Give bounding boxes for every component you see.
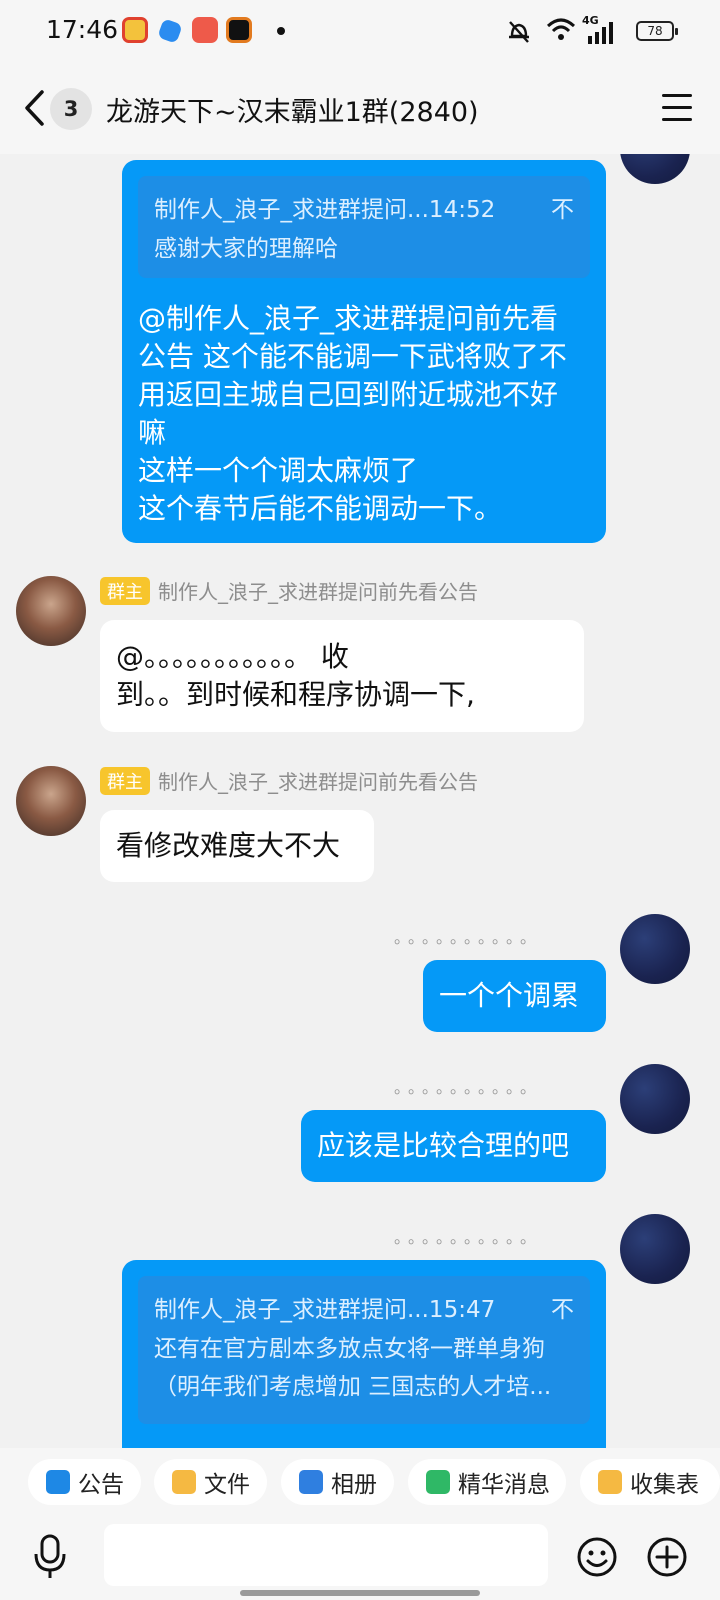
my-avatar[interactable] — [620, 154, 690, 184]
chip-label: 文件 — [204, 1472, 250, 1498]
message-line: @制作人_浪子_求进群提问前先看 — [138, 302, 559, 335]
emoji-icon[interactable] — [576, 1536, 618, 1578]
owner-badge: 群主 — [100, 576, 150, 605]
message-line: 用返回主城自己回到附近城池不好 — [138, 378, 559, 411]
chip-label: 相册 — [331, 1472, 377, 1498]
message-line: 这个春节后能不能调动一下。 — [138, 492, 503, 525]
chip-label: 精华消息 — [458, 1472, 550, 1498]
files-button[interactable]: 文件 — [154, 1459, 267, 1505]
quoted-message[interactable]: 制作人_浪子_求进群提问...14:52 不 感谢大家的理解哈 — [138, 176, 590, 278]
sender-line: 群主 制作人_浪子_求进群提问前先看公告 — [100, 766, 478, 795]
my-avatar[interactable] — [620, 1064, 690, 1134]
app-black-icon — [226, 17, 252, 43]
chat-messages[interactable]: 制作人_浪子_求进群提问...14:52 不 感谢大家的理解哈 @制作人_浪子_… — [0, 154, 720, 1448]
incoming-message[interactable]: @。。。。。。。。。。。 收 到。。到时候和程序协调一下, — [100, 620, 584, 732]
back-icon[interactable] — [22, 89, 50, 127]
input-bar — [0, 1516, 720, 1600]
sender-avatar[interactable] — [16, 576, 86, 646]
chip-label: 公告 — [78, 1472, 124, 1498]
message-text: 一个个调累 — [439, 979, 580, 1012]
my-avatar[interactable] — [620, 914, 690, 984]
plus-icon[interactable] — [646, 1536, 688, 1578]
microphone-icon[interactable] — [32, 1534, 68, 1580]
outgoing-message[interactable]: 制作人_浪子_求进群提问...14:52 不 感谢大家的理解哈 @制作人_浪子_… — [122, 160, 606, 543]
album-icon — [299, 1470, 323, 1494]
message-text: 应该是比较合理的吧 — [317, 1129, 570, 1162]
home-indicator[interactable] — [240, 1590, 480, 1596]
title-bar: 3 龙游天下~汉末霸业1群(2840) — [0, 62, 720, 154]
quote-close-text: 不 — [551, 197, 574, 223]
quote-close-text: 不 — [551, 1297, 574, 1323]
message-line: 嘛 — [138, 416, 167, 449]
sender-name[interactable]: 制作人_浪子_求进群提问前先看公告 — [158, 766, 478, 795]
my-sender-name: 。。。。。。。。。。 — [394, 1078, 543, 1097]
message-line: 公告 这个能不能调一下武将败了不 — [138, 340, 567, 373]
my-sender-name: 。。。。。。。。。。 — [394, 928, 543, 947]
my-sender-name: 。。。。。。。。。。 — [394, 1228, 543, 1247]
notification-dot — [277, 27, 285, 35]
album-button[interactable]: 相册 — [281, 1459, 394, 1505]
status-bar: 17:46 4G 78 — [0, 0, 720, 62]
quote-text: 感谢大家的理解哈 — [154, 236, 338, 262]
outgoing-message[interactable]: 应该是比较合理的吧 — [301, 1110, 606, 1182]
message-input[interactable] — [104, 1524, 548, 1586]
collection-form-button[interactable]: 收集表 — [580, 1459, 720, 1505]
announcement-button[interactable]: 公告 — [28, 1459, 141, 1505]
unread-count-badge[interactable]: 3 — [50, 88, 92, 130]
chip-label: 收集表 — [630, 1472, 699, 1498]
incoming-message[interactable]: 看修改难度大不大 — [100, 810, 374, 882]
quoted-message[interactable]: 制作人_浪子_求进群提问...15:47 不 还有在官方剧本多放点女将一群单身狗… — [138, 1276, 590, 1424]
quote-author: 制作人_浪子_求进群提问...15:47 — [154, 1297, 496, 1323]
signal-icon — [588, 22, 613, 44]
form-icon — [598, 1470, 622, 1494]
sender-avatar[interactable] — [16, 766, 86, 836]
chat-title[interactable]: 龙游天下~汉末霸业1群(2840) — [106, 90, 479, 129]
weibo-icon — [122, 17, 148, 43]
sender-name[interactable]: 制作人_浪子_求进群提问前先看公告 — [158, 576, 478, 605]
wifi-icon — [546, 18, 576, 40]
status-time: 17:46 — [46, 15, 119, 44]
quick-actions-bar: 公告 文件 相册 精华消息 收集表 — [0, 1448, 720, 1516]
message-line: 这样一个个调太麻烦了 — [138, 454, 419, 487]
quote-author: 制作人_浪子_求进群提问...14:52 — [154, 197, 496, 223]
outgoing-message[interactable]: 制作人_浪子_求进群提问...15:47 不 还有在官方剧本多放点女将一群单身狗… — [122, 1260, 606, 1448]
highlights-button[interactable]: 精华消息 — [408, 1459, 566, 1505]
sender-line: 群主 制作人_浪子_求进群提问前先看公告 — [100, 576, 478, 605]
battery-icon: 78 — [636, 21, 678, 41]
quote-text: （明年我们考虑增加 三国志的人才培... — [154, 1374, 552, 1400]
owner-badge: 群主 — [100, 766, 150, 795]
mute-vibrate-icon — [509, 21, 529, 43]
menu-icon[interactable] — [662, 94, 692, 122]
outgoing-message[interactable]: 一个个调累 — [423, 960, 606, 1032]
my-avatar[interactable] — [620, 1214, 690, 1284]
app-blue-icon — [157, 18, 183, 44]
highlight-icon — [426, 1470, 450, 1494]
folder-icon — [172, 1470, 196, 1494]
message-line: 看修改难度大不大 — [116, 829, 341, 862]
quote-text: 还有在官方剧本多放点女将一群单身狗 — [154, 1336, 545, 1362]
announcement-icon — [46, 1470, 70, 1494]
music-icon — [192, 17, 218, 43]
message-line: @。。。。。。。。。。。 收 — [116, 640, 349, 673]
message-line: 到。。到时候和程序协调一下, — [116, 678, 475, 711]
